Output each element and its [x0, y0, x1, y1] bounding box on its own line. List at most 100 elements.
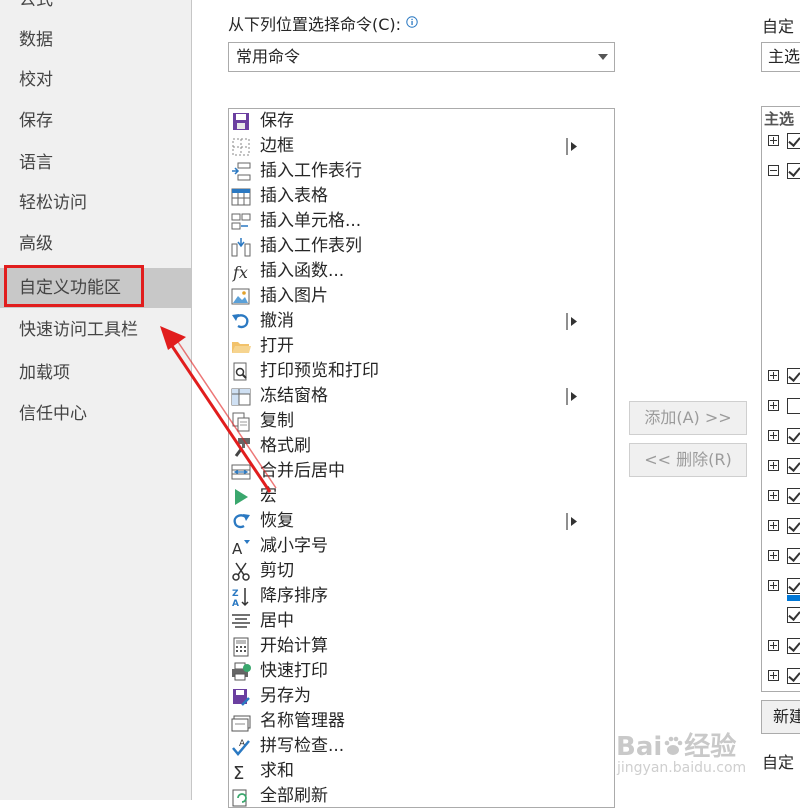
- options-sidebar: 公式 数据 校对 保存 语言 轻松访问 高级 自定义功能区 快速访问工具栏 加载…: [0, 0, 192, 800]
- tree-checkbox[interactable]: [787, 668, 800, 684]
- command-label: 剪切: [260, 561, 294, 581]
- tree-checkbox[interactable]: [787, 578, 800, 594]
- command-item[interactable]: 全部刷新: [229, 784, 587, 807]
- command-label: 冻结窗格: [260, 386, 328, 406]
- command-item[interactable]: 打开: [229, 334, 587, 359]
- expand-icon[interactable]: [768, 135, 779, 146]
- command-item[interactable]: 冻结窗格: [229, 384, 587, 409]
- command-label: 居中: [260, 611, 294, 631]
- command-label: 拼写检查...: [260, 736, 345, 756]
- command-item[interactable]: 格式刷: [229, 434, 587, 459]
- tree-checkbox[interactable]: [787, 368, 800, 384]
- command-item[interactable]: 剪切: [229, 559, 587, 584]
- expand-icon[interactable]: [768, 460, 779, 471]
- sidebar-item-proofing[interactable]: 校对: [0, 60, 191, 100]
- remove-button[interactable]: << 删除(R): [629, 443, 747, 477]
- collapse-icon[interactable]: [768, 165, 779, 176]
- command-item[interactable]: 打印预览和打印: [229, 359, 587, 384]
- expand-icon[interactable]: [768, 550, 779, 561]
- command-label: 求和: [260, 761, 294, 781]
- command-label: 另存为: [260, 686, 311, 706]
- expand-icon[interactable]: [768, 490, 779, 501]
- tree-checkbox[interactable]: [787, 488, 800, 504]
- tree-checkbox[interactable]: [787, 638, 800, 654]
- sidebar-item-trust-center[interactable]: 信任中心: [0, 394, 191, 434]
- expand-icon[interactable]: [768, 430, 779, 441]
- watermark-url: jingyan.baidu.com: [617, 760, 747, 776]
- tree-checkbox[interactable]: [787, 548, 800, 564]
- sidebar-item-language[interactable]: 语言: [0, 143, 191, 183]
- command-item[interactable]: A 拼写检查...: [229, 734, 587, 759]
- command-item[interactable]: 边框: [229, 134, 587, 159]
- command-item[interactable]: 保存: [229, 109, 587, 134]
- ribbon-tabs-dropdown[interactable]: 主选: [761, 42, 800, 72]
- tree-checkbox[interactable]: [787, 428, 800, 444]
- command-label: 快速打印: [260, 661, 328, 681]
- insert-function-icon: fx: [230, 261, 252, 282]
- command-item[interactable]: 开始计算: [229, 634, 587, 659]
- sidebar-item-quick-access-toolbar[interactable]: 快速访问工具栏: [0, 310, 191, 350]
- tree-checkbox[interactable]: [787, 163, 800, 179]
- save-icon: [230, 111, 252, 132]
- svg-text:Σ: Σ: [233, 763, 244, 782]
- ribbon-tree[interactable]: 主选: [761, 106, 800, 692]
- command-item[interactable]: 恢复: [229, 509, 587, 534]
- command-item[interactable]: 插入单元格...: [229, 209, 587, 234]
- sort-descending-icon: ZA: [230, 586, 252, 609]
- tree-checkbox[interactable]: [787, 458, 800, 474]
- tree-checkbox[interactable]: [787, 398, 800, 414]
- svg-text:A: A: [232, 599, 239, 607]
- expand-icon[interactable]: [768, 670, 779, 681]
- command-item[interactable]: 插入图片: [229, 284, 587, 309]
- command-item[interactable]: 名称管理器: [229, 709, 587, 734]
- sidebar-item-add-ins[interactable]: 加载项: [0, 353, 191, 393]
- command-label: 插入工作表列: [260, 236, 362, 256]
- command-item[interactable]: 插入表格: [229, 184, 587, 209]
- command-item[interactable]: 合并后居中: [229, 459, 587, 484]
- command-label: 减小字号: [260, 536, 328, 556]
- baidu-watermark: Bai 经验: [616, 732, 737, 762]
- expand-icon[interactable]: [768, 640, 779, 651]
- command-item[interactable]: fx 插入函数...: [229, 259, 587, 284]
- insert-picture-icon: [230, 286, 252, 307]
- tree-checkbox[interactable]: [787, 133, 800, 149]
- expand-icon[interactable]: [768, 520, 779, 531]
- command-item[interactable]: 居中: [229, 609, 587, 634]
- info-icon: [406, 16, 418, 28]
- command-label: 插入单元格...: [260, 211, 362, 231]
- sidebar-item-advanced[interactable]: 高级: [0, 224, 191, 264]
- sidebar-item-accessibility[interactable]: 轻松访问: [0, 183, 191, 223]
- tree-checkbox[interactable]: [787, 518, 800, 534]
- tree-checkbox[interactable]: [787, 607, 800, 623]
- command-item[interactable]: 快速打印: [229, 659, 587, 684]
- command-item[interactable]: 插入工作表行: [229, 159, 587, 184]
- command-item[interactable]: Z A 降序排序: [229, 584, 587, 609]
- add-button[interactable]: 添加(A) >>: [629, 401, 747, 435]
- redo-icon: [230, 511, 252, 532]
- format-painter-icon: [230, 436, 252, 457]
- sidebar-item-formulas[interactable]: 公式: [0, 0, 191, 20]
- command-item[interactable]: 插入工作表列: [229, 234, 587, 259]
- command-list[interactable]: 保存 边框 插入工作表行插入表格 插入单元格... 插入工作表列 fx 插入函数... 插入图…: [228, 108, 615, 808]
- expand-icon[interactable]: [768, 580, 779, 591]
- command-item[interactable]: A 减小字号: [229, 534, 587, 559]
- command-source-dropdown[interactable]: 常用命令: [228, 42, 615, 72]
- command-item[interactable]: Σ 求和: [229, 759, 587, 784]
- new-tab-button[interactable]: 新建: [761, 700, 800, 734]
- command-source-label: 从下列位置选择命令(C):: [228, 11, 418, 35]
- print-preview-icon: [230, 361, 252, 382]
- tree-header: 主选: [764, 110, 795, 128]
- sidebar-item-save[interactable]: 保存: [0, 101, 191, 141]
- command-item[interactable]: 撤消: [229, 309, 587, 334]
- command-item[interactable]: 另存为: [229, 684, 587, 709]
- command-label: 合并后居中: [260, 461, 345, 481]
- scissors-icon: [230, 561, 252, 582]
- border-icon: [230, 136, 252, 157]
- red-highlight-box: [4, 265, 144, 307]
- sidebar-item-data[interactable]: 数据: [0, 20, 191, 60]
- command-label: 插入工作表行: [260, 161, 362, 181]
- command-item[interactable]: 复制: [229, 409, 587, 434]
- command-item[interactable]: 宏: [229, 484, 587, 509]
- expand-icon[interactable]: [768, 400, 779, 411]
- expand-icon[interactable]: [768, 370, 779, 381]
